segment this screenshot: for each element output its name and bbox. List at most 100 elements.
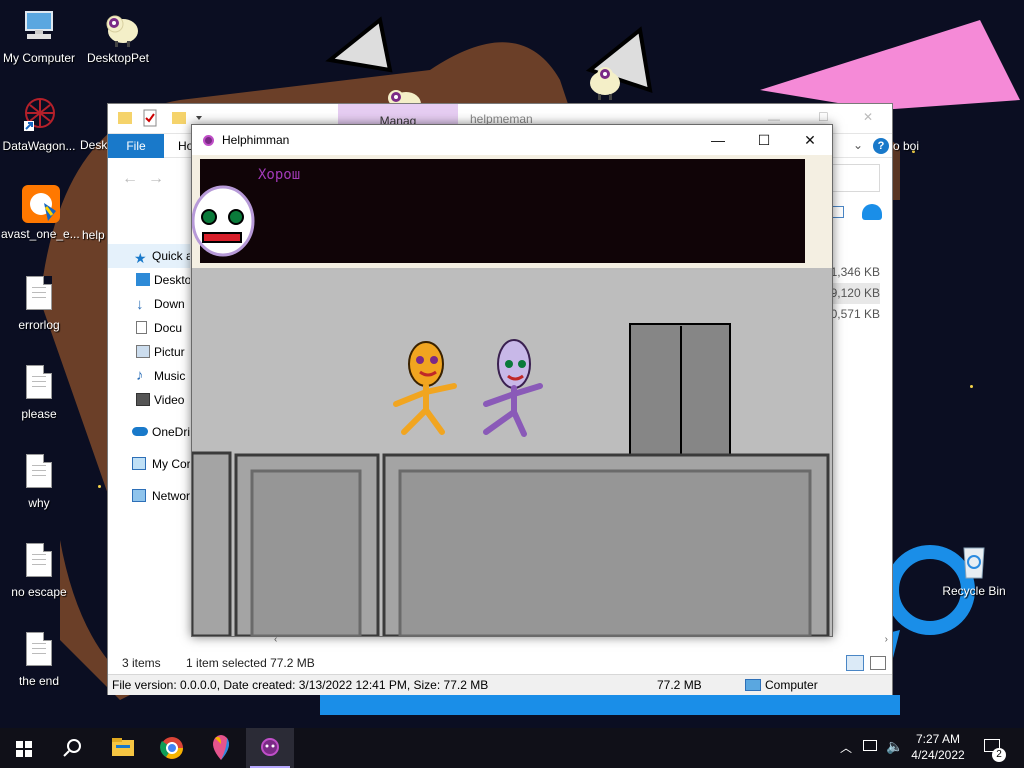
file-tab[interactable]: File <box>108 134 164 158</box>
nav-pictures[interactable]: Pictur <box>108 340 190 364</box>
large-icons-view-icon[interactable] <box>870 656 886 670</box>
desktop-icon-my-computer[interactable]: My Computer <box>1 9 77 65</box>
nav-downloads[interactable]: ↓ Down <box>108 292 190 316</box>
nav-quick-access[interactable]: ★ Quick a <box>108 244 190 268</box>
dialog-box: Хорош <box>192 155 832 268</box>
desktop-icon-help-partial[interactable]: help <box>82 228 108 242</box>
helphimman-icon <box>261 738 279 756</box>
search-button[interactable] <box>48 728 96 768</box>
nav-desktop[interactable]: Deskto <box>108 268 190 292</box>
windows-logo-icon <box>16 741 32 757</box>
search-icon <box>63 739 81 757</box>
navigation-pane: ★ Quick a Deskto ↓ Down Docu Pictur ♪ Musi… <box>108 244 190 508</box>
minimize-button[interactable]: — <box>695 125 741 155</box>
desktop-icon-label: no escape <box>11 585 67 599</box>
start-button[interactable] <box>0 728 48 768</box>
desktop-icon-desktoppet[interactable]: DesktopPet <box>80 9 156 65</box>
chrome-icon <box>160 737 183 759</box>
clock-time: 7:27 AM <box>915 732 961 746</box>
music-icon: ♪ <box>136 367 144 384</box>
close-button[interactable]: ✕ <box>863 110 873 124</box>
network-icon[interactable] <box>863 740 877 751</box>
text-file-icon <box>22 543 56 581</box>
desktop-icon-label: DesktopPet <box>86 51 150 65</box>
desktop-icon-no-escape[interactable]: no escape <box>1 543 77 599</box>
nav-label: Docu <box>154 321 183 335</box>
desktop-icon-why[interactable]: why <box>1 454 77 510</box>
nav-network[interactable]: Networ <box>108 484 190 508</box>
nav-my-computer[interactable]: My Cor <box>108 452 190 476</box>
help-icon[interactable]: ? <box>873 138 889 154</box>
helphimman-taskbar-button[interactable] <box>246 728 294 768</box>
desktop-icon-label: the end <box>18 674 60 688</box>
onedrive-icon <box>132 427 148 436</box>
desktop-icon-label: Desk <box>80 138 108 152</box>
file-size-column: 1,346 KB 9,120 KB 0,571 KB <box>828 262 880 325</box>
status-bar: 3 items 1 item selected 77.2 MB <box>108 652 892 674</box>
scroll-right-icon[interactable]: › <box>885 634 888 645</box>
maximize-button[interactable]: ☐ <box>818 110 829 124</box>
desktop-pet-sheep[interactable] <box>585 63 625 101</box>
avast-installer-icon <box>22 185 60 223</box>
file-explorer-icon <box>112 738 134 756</box>
close-button[interactable]: ✕ <box>787 125 833 155</box>
clock[interactable]: 7:27 AM 4/24/2022 <box>908 731 968 763</box>
desktop-icon-label: DataWagon... <box>2 139 76 153</box>
show-hidden-icons-icon[interactable]: ︿ <box>840 739 852 756</box>
desktop-icon-label: My Computer <box>2 51 76 65</box>
nav-documents[interactable]: Docu <box>108 316 190 340</box>
desktop-icon-label: Recycle Bin <box>942 584 1006 598</box>
desktop: My Computer DataWagon... avast_one_e... … <box>0 0 1024 728</box>
desktop-icon <box>136 273 150 286</box>
sheep-pet-icon <box>101 9 138 47</box>
clock-date: 4/24/2022 <box>911 748 965 762</box>
back-arrow-icon[interactable]: ← <box>122 170 138 188</box>
text-file-icon <box>22 365 56 403</box>
taskbar: ︿ 🔈 7:27 AM 4/24/2022 2 <box>0 728 1024 768</box>
text-file-icon <box>22 276 56 314</box>
paint3d-taskbar-button[interactable] <box>197 728 245 768</box>
desktop-icon-please[interactable]: please <box>1 365 77 421</box>
text-file-icon <box>22 632 56 670</box>
nav-label: Down <box>154 297 185 311</box>
file-explorer-taskbar-button[interactable] <box>98 728 146 768</box>
search-box[interactable] <box>830 164 880 192</box>
document-icon <box>136 321 147 334</box>
nav-label: Networ <box>152 489 190 503</box>
desktop-icon-avast[interactable]: avast_one_e... <box>1 185 80 241</box>
maximize-button[interactable]: ☐ <box>741 125 787 155</box>
manage-tab[interactable]: Manag <box>338 104 458 128</box>
nav-videos[interactable]: Video <box>108 388 190 412</box>
location-label: Computer <box>765 678 818 692</box>
chrome-taskbar-button[interactable] <box>148 728 196 768</box>
game-scene <box>192 323 830 636</box>
forward-arrow-icon[interactable]: → <box>148 170 164 188</box>
chevron-down-icon[interactable]: ⌄ <box>853 138 863 152</box>
system-tray: ︿ 🔈 7:27 AM 4/24/2022 2 <box>836 728 1024 768</box>
volume-icon[interactable]: 🔈 <box>886 738 903 755</box>
game-stage[interactable]: Хорош <box>192 155 832 636</box>
desktop-icon-datawagon[interactable]: DataWagon... <box>1 97 77 153</box>
datawagon-icon <box>22 97 56 135</box>
desktop-icon-errorlog[interactable]: errorlog <box>1 276 77 332</box>
nav-onedrive[interactable]: OneDriv <box>108 420 190 444</box>
pictures-icon <box>136 345 150 358</box>
text-file-icon <box>22 454 56 492</box>
download-icon: ↓ <box>136 296 144 313</box>
nav-label: Pictur <box>154 345 185 359</box>
computer-icon <box>745 679 761 691</box>
paint3d-icon <box>213 735 229 760</box>
desktop-icon-the-end[interactable]: the end <box>1 632 77 688</box>
game-titlebar[interactable]: Helphimman — ☐ ✕ <box>192 125 832 155</box>
desktop-icon-partial-label[interactable]: o boi <box>893 139 919 153</box>
shell-icon[interactable] <box>862 204 882 220</box>
nav-music[interactable]: ♪ Music <box>108 364 190 388</box>
file-size-total: 77.2 MB <box>657 678 702 692</box>
helphimman-icon <box>203 135 214 146</box>
skull-face-portrait <box>192 185 255 257</box>
details-view-icon[interactable] <box>846 655 864 671</box>
desktop-icon-desk-partial[interactable]: Desk <box>80 138 110 152</box>
desktop-icon-recycle-bin[interactable]: Recycle Bin <box>936 542 1012 598</box>
game-window[interactable]: Helphimman — ☐ ✕ Хорош <box>191 124 833 637</box>
desktop-icon-label: errorlog <box>18 318 60 332</box>
